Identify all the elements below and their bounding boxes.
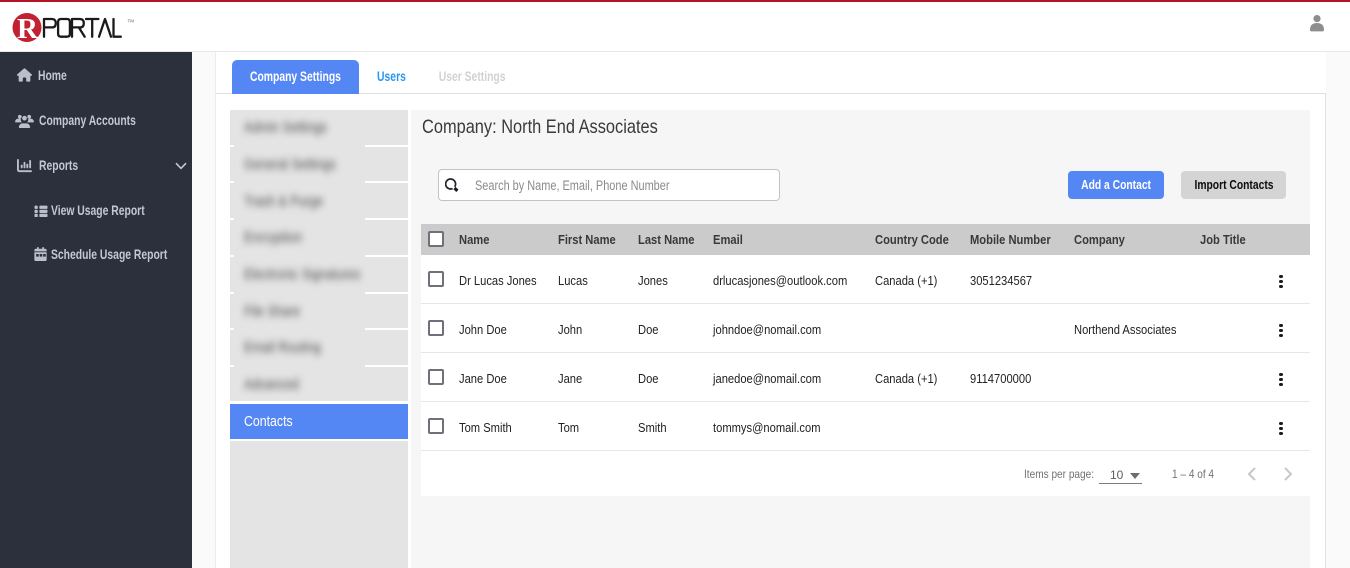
svg-text:R: R — [17, 13, 39, 45]
svg-text:TM: TM — [128, 19, 135, 24]
